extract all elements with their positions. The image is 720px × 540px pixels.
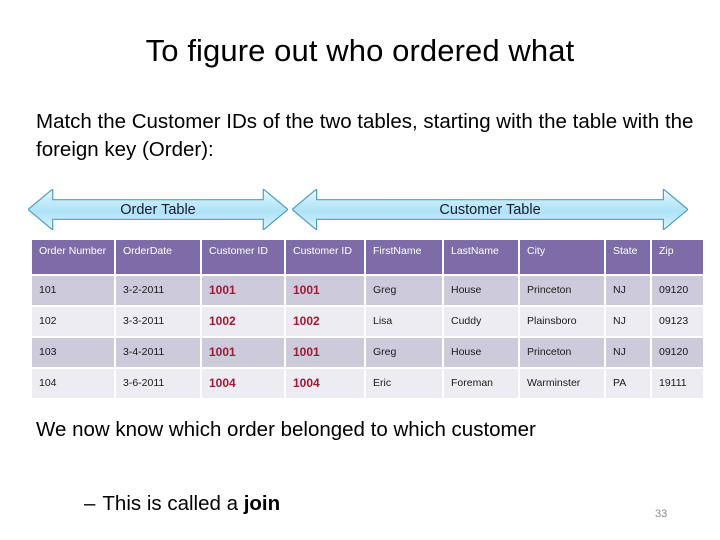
cell-state: PA bbox=[606, 369, 650, 398]
cell-customer-id-customer: 1001 bbox=[286, 338, 364, 367]
cell-zip: 09120 bbox=[652, 338, 703, 367]
cell-order-date: 3-2-2011 bbox=[116, 276, 200, 305]
order-table-banner-label: Order Table bbox=[120, 201, 196, 218]
cell-state: NJ bbox=[606, 276, 650, 305]
bullet-dash: – bbox=[84, 492, 96, 515]
customer-table-banner-label: Customer Table bbox=[439, 201, 541, 218]
cell-order-date: 3-6-2011 bbox=[116, 369, 200, 398]
table-row: 103 3-4-2011 1001 1001 Greg House Prince… bbox=[32, 338, 703, 367]
table-row: 102 3-3-2011 1002 1002 Lisa Cuddy Plains… bbox=[32, 307, 703, 336]
cell-zip: 09120 bbox=[652, 276, 703, 305]
cell-order-date: 3-3-2011 bbox=[116, 307, 200, 336]
table-header-row: Order Number OrderDate Customer ID Custo… bbox=[32, 240, 703, 274]
cell-first-name: Lisa bbox=[366, 307, 442, 336]
column-header-last-name: LastName bbox=[444, 240, 518, 274]
cell-order-number: 101 bbox=[32, 276, 114, 305]
page-title: To figure out who ordered what bbox=[145, 33, 575, 68]
cell-last-name: House bbox=[444, 276, 518, 305]
cell-customer-id-customer: 1002 bbox=[286, 307, 364, 336]
cell-customer-id-order: 1002 bbox=[202, 307, 284, 336]
cell-city: Princeton bbox=[520, 276, 604, 305]
cell-order-date: 3-4-2011 bbox=[116, 338, 200, 367]
cell-last-name: Cuddy bbox=[444, 307, 518, 336]
cell-first-name: Greg bbox=[366, 338, 442, 367]
cell-order-number: 104 bbox=[32, 369, 114, 398]
cell-zip: 09123 bbox=[652, 307, 703, 336]
cell-customer-id-order: 1001 bbox=[202, 276, 284, 305]
intro-paragraph: Match the Customer IDs of the two tables… bbox=[36, 110, 694, 161]
column-header-first-name: FirstName bbox=[366, 240, 442, 274]
customer-table-banner: Customer Table bbox=[292, 189, 688, 230]
cell-state: NJ bbox=[606, 307, 650, 336]
conclusion-bullet-text: This is called a bbox=[102, 492, 244, 515]
cell-city: Plainsboro bbox=[520, 307, 604, 336]
table-row: 101 3-2-2011 1001 1001 Greg House Prince… bbox=[32, 276, 703, 305]
cell-customer-id-customer: 1004 bbox=[286, 369, 364, 398]
cell-order-number: 103 bbox=[32, 338, 114, 367]
cell-state: NJ bbox=[606, 338, 650, 367]
cell-first-name: Greg bbox=[366, 276, 442, 305]
column-header-city: City bbox=[520, 240, 604, 274]
cell-last-name: Foreman bbox=[444, 369, 518, 398]
cell-last-name: House bbox=[444, 338, 518, 367]
join-keyword: join bbox=[243, 492, 281, 515]
cell-order-number: 102 bbox=[32, 307, 114, 336]
table-row: 104 3-6-2011 1004 1004 Eric Foreman Warm… bbox=[32, 369, 703, 398]
order-table-banner: Order Table bbox=[28, 189, 288, 230]
conclusion-paragraph: We now know which order belonged to whic… bbox=[36, 418, 536, 441]
cell-customer-id-order: 1004 bbox=[202, 369, 284, 398]
joined-customer-order-table: Order Number OrderDate Customer ID Custo… bbox=[30, 238, 705, 400]
page-number: 33 bbox=[655, 508, 668, 520]
cell-city: Warminster bbox=[520, 369, 604, 398]
table-span-banners: Order Table Customer Table bbox=[0, 189, 720, 230]
column-header-state: State bbox=[606, 240, 650, 274]
cell-zip: 19111 bbox=[652, 369, 703, 398]
cell-first-name: Eric bbox=[366, 369, 442, 398]
column-header-order-number: Order Number bbox=[32, 240, 114, 274]
column-header-customer-id-order: Customer ID bbox=[202, 240, 284, 274]
cell-customer-id-order: 1001 bbox=[202, 338, 284, 367]
column-header-zip: Zip bbox=[652, 240, 703, 274]
cell-city: Princeton bbox=[520, 338, 604, 367]
conclusion-bullet: – This is called a join bbox=[84, 490, 624, 518]
cell-customer-id-customer: 1001 bbox=[286, 276, 364, 305]
column-header-customer-id-customer: Customer ID bbox=[286, 240, 364, 274]
column-header-order-date: OrderDate bbox=[116, 240, 200, 274]
